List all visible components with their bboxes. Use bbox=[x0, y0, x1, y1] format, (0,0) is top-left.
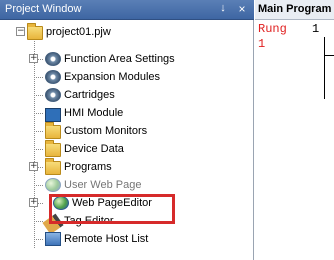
tree-connector bbox=[34, 38, 35, 248]
tree-item-hmi-module[interactable]: HMI Module bbox=[45, 104, 123, 122]
tree-item-label: Device Data bbox=[64, 143, 124, 155]
pin-icon[interactable]: ↓ bbox=[217, 2, 229, 16]
ladder-power-rail bbox=[324, 37, 325, 99]
expand-icon[interactable]: + bbox=[29, 54, 38, 63]
tree-item-custom-monitors[interactable]: Custom Monitors bbox=[45, 122, 147, 140]
tree-connector bbox=[34, 131, 43, 132]
tree-item-label: HMI Module bbox=[64, 107, 124, 119]
tree-connector bbox=[34, 185, 43, 186]
tree-connector bbox=[34, 77, 43, 78]
tree-item-label: Remote Host List bbox=[64, 233, 149, 245]
tree-item-label: Programs bbox=[64, 161, 112, 173]
expand-icon[interactable]: + bbox=[29, 198, 38, 207]
tree-connector bbox=[34, 113, 43, 114]
tree-item-cartridges[interactable]: Cartridges bbox=[45, 86, 115, 104]
rung-index: 1 bbox=[312, 22, 320, 36]
folder-icon bbox=[45, 122, 61, 139]
folder-icon bbox=[27, 23, 43, 40]
tree-item-device-data[interactable]: Device Data bbox=[45, 140, 124, 158]
tree-item-expansion-modules[interactable]: Expansion Modules bbox=[45, 68, 160, 86]
tab-main-program[interactable]: Main Program bbox=[255, 0, 334, 20]
rung-label: Rung bbox=[258, 22, 287, 36]
collapse-icon[interactable]: − bbox=[16, 27, 25, 36]
tree-item-remote-host-list[interactable]: Remote Host List bbox=[45, 230, 148, 248]
monitor-icon bbox=[45, 107, 61, 122]
tree-item-label: Cartridges bbox=[64, 89, 115, 101]
tree-item-label: Expansion Modules bbox=[64, 71, 161, 83]
tree-item-user-web-page[interactable]: User Web Page bbox=[45, 176, 141, 194]
server-icon bbox=[45, 232, 61, 246]
folder-icon bbox=[45, 158, 61, 175]
tree-connector bbox=[34, 149, 43, 150]
tree-root-project[interactable]: project01.pjw bbox=[27, 23, 111, 41]
tree-item-function-area-settings[interactable]: Function Area Settings bbox=[45, 50, 175, 68]
highlight-box bbox=[49, 194, 175, 224]
tab-main-program-label: Main Program bbox=[258, 3, 332, 15]
tree-item-label: Function Area Settings bbox=[64, 53, 175, 65]
project-window-pane: Project Window ↓ × − project01.pjw + Fun… bbox=[0, 0, 254, 260]
project-window-titlebar[interactable]: Project Window ↓ × bbox=[0, 0, 254, 20]
gear-icon bbox=[45, 88, 61, 102]
close-icon[interactable]: × bbox=[236, 2, 248, 16]
expand-icon[interactable]: + bbox=[29, 162, 38, 171]
main-program-pane: Main Program Rung 1 1 bbox=[255, 0, 334, 260]
tree-connector bbox=[34, 95, 43, 96]
gear-icon bbox=[45, 70, 61, 84]
tree-item-label: Custom Monitors bbox=[64, 125, 148, 137]
tree-item-label: project01.pjw bbox=[46, 26, 111, 38]
gear-icon bbox=[45, 52, 61, 66]
tree-connector bbox=[34, 239, 43, 240]
folder-icon bbox=[45, 140, 61, 157]
project-window-title: Project Window bbox=[5, 3, 82, 15]
project-tree: − project01.pjw + Function Area Settings… bbox=[0, 20, 254, 260]
rung-number: 1 bbox=[258, 37, 266, 51]
ladder-rung-line bbox=[324, 55, 334, 56]
tree-item-programs[interactable]: Programs bbox=[45, 158, 112, 176]
tree-item-label: User Web Page bbox=[64, 179, 142, 191]
globe-icon bbox=[45, 178, 61, 192]
